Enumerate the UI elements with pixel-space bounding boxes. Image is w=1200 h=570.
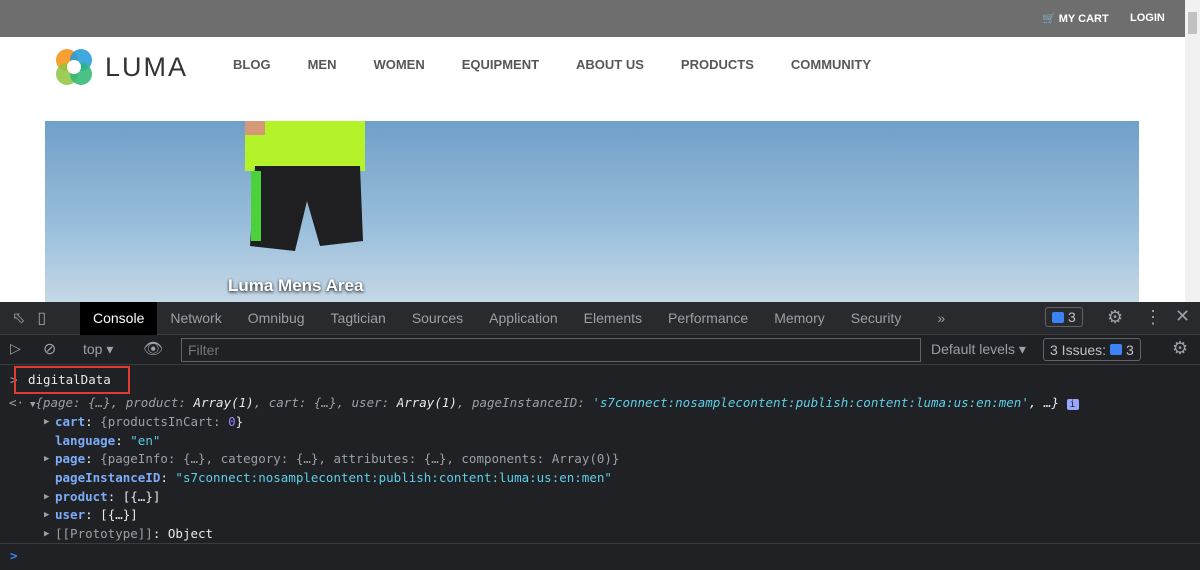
runner-image — [245, 121, 365, 251]
expand-triangle-icon[interactable]: ▶ — [44, 417, 49, 427]
logo-text: LUMA — [105, 51, 189, 82]
issues-badge-button[interactable]: 3 — [1045, 307, 1083, 327]
prototype-row[interactable]: [[Prototype]]: Object — [55, 526, 213, 541]
issues-label: 3 Issues: — [1050, 341, 1107, 358]
property-key: language — [55, 433, 116, 448]
expand-triangle-icon[interactable]: ▶ — [44, 529, 49, 539]
close-devtools-icon[interactable]: ✕ — [1175, 306, 1190, 327]
property-key: product — [55, 489, 108, 504]
tab-memory[interactable]: Memory — [761, 302, 838, 335]
console-toolbar: ▷ ⊘ top ▾ 👁 Default levels ▾ 3 Issues:3 … — [0, 335, 1200, 365]
luma-logo[interactable]: LUMA — [53, 46, 188, 88]
tab-performance[interactable]: Performance — [655, 302, 761, 335]
property-value: {pageInfo: {…}, category: {…}, attribute… — [100, 451, 620, 466]
tab-application[interactable]: Application — [476, 302, 571, 335]
tab-sources[interactable]: Sources — [399, 302, 476, 335]
tab-network[interactable]: Network — [157, 302, 234, 335]
property-value: "en" — [130, 433, 161, 448]
summary-part: 's7connect:nosamplecontent:publish:conte… — [592, 395, 1029, 410]
nav-blog[interactable]: BLOG — [233, 57, 271, 72]
hero-caption: Luma Mens Area — [228, 276, 364, 295]
tab-console[interactable]: Console — [80, 301, 158, 335]
top-bar: 🛒 MY CART LOGIN — [0, 0, 1185, 37]
log-levels-value: Default levels — [931, 341, 1016, 357]
property-value: [{…}] — [122, 489, 161, 504]
page-row[interactable]: page: {pageInfo: {…}, category: {…}, att… — [55, 451, 619, 466]
issues-badge-count: 3 — [1068, 309, 1076, 325]
summary-part: , pageInstanceID: — [456, 395, 593, 410]
property-key: cart — [55, 414, 86, 429]
hero-banner[interactable]: Luma Mens Area — [45, 121, 1139, 302]
console-input-command: digitalData — [28, 372, 111, 387]
nav-men[interactable]: MEN — [308, 57, 337, 72]
summary-part: Array(1) — [193, 395, 254, 410]
devtools-tab-bar: ⬁ ▯ Console Network Omnibug Tagtician So… — [0, 301, 1200, 335]
property-key: user — [55, 507, 86, 522]
nav-about-us[interactable]: ABOUT US — [576, 57, 644, 72]
my-cart-label: MY CART — [1058, 13, 1109, 25]
user-row[interactable]: user: [{…}] — [55, 507, 138, 522]
device-toolbar-icon[interactable]: ▯ — [37, 308, 46, 328]
log-levels-dropdown[interactable]: Default levels ▾ — [931, 341, 1026, 358]
summary-part: {page: {…}, product: — [35, 395, 194, 410]
sidebar-toggle-icon[interactable]: ▷ — [10, 340, 21, 357]
more-tabs-button[interactable]: » — [924, 302, 958, 335]
property-value: 0 — [228, 414, 236, 429]
object-summary[interactable]: ▼{page: {…}, product: Array(1), cart: {…… — [30, 395, 1079, 410]
property-value: [{…}] — [100, 507, 138, 522]
login-link[interactable]: LOGIN — [1130, 12, 1165, 24]
page-scrollbar[interactable] — [1185, 0, 1200, 302]
property-value: "s7connect:nosamplecontent:publish:conte… — [175, 470, 612, 485]
inspect-element-icon[interactable]: ⬁ — [12, 308, 25, 328]
console-filter-input[interactable] — [181, 338, 921, 362]
nav-community[interactable]: COMMUNITY — [791, 57, 871, 72]
summary-part: , …} — [1028, 395, 1059, 410]
site-header: LUMA BLOG MEN WOMEN EQUIPMENT ABOUT US P… — [0, 37, 1185, 121]
console-output: > digitalData <· ▼{page: {…}, product: A… — [0, 365, 1200, 569]
tab-security[interactable]: Security — [838, 302, 915, 335]
issues-button[interactable]: 3 Issues: 3 — [1043, 338, 1141, 361]
nav-products[interactable]: PRODUCTS — [681, 57, 754, 72]
clear-console-icon[interactable]: ⊘ — [43, 339, 56, 359]
tab-omnibug[interactable]: Omnibug — [235, 302, 318, 335]
message-icon — [1110, 344, 1123, 355]
expand-triangle-icon[interactable]: ▶ — [44, 492, 49, 502]
property-value: Object — [167, 526, 214, 541]
console-settings-icon[interactable]: ⚙ — [1172, 338, 1188, 359]
console-prompt[interactable]: > — [10, 548, 18, 563]
settings-gear-icon[interactable]: ⚙ — [1107, 307, 1123, 328]
product-row[interactable]: product: [{…}] — [55, 489, 160, 504]
main-nav: BLOG MEN WOMEN EQUIPMENT ABOUT US PRODUC… — [233, 57, 908, 72]
tab-elements[interactable]: Elements — [571, 302, 655, 335]
property-value: {productsInCart: — [100, 414, 229, 429]
info-icon[interactable]: i — [1066, 399, 1079, 410]
expand-triangle-icon[interactable]: ▶ — [44, 510, 49, 520]
more-options-icon[interactable]: ⋮ — [1144, 307, 1162, 328]
language-row: language: "en" — [55, 433, 161, 448]
cart-row[interactable]: cart: {productsInCart: 0} — [55, 414, 243, 429]
expand-triangle-icon[interactable]: ▶ — [44, 454, 49, 464]
devtools-panel: ⬁ ▯ Console Network Omnibug Tagtician So… — [0, 301, 1200, 570]
property-value: } — [235, 414, 244, 429]
live-expression-eye-icon[interactable]: 👁 — [143, 339, 163, 359]
context-value: top — [83, 341, 103, 357]
message-icon — [1052, 311, 1064, 323]
context-selector[interactable]: top ▾ — [83, 341, 113, 358]
summary-part: , cart: {…}, user: — [253, 395, 397, 410]
property-key: page — [55, 451, 86, 466]
my-cart-link[interactable]: 🛒 MY CART — [1042, 12, 1109, 25]
summary-part: Array(1) — [396, 395, 457, 410]
nav-equipment[interactable]: EQUIPMENT — [462, 57, 539, 72]
nav-women[interactable]: WOMEN — [373, 57, 424, 72]
tab-tagtician[interactable]: Tagtician — [318, 302, 399, 335]
result-arrow-icon: <· — [9, 395, 25, 410]
pageinstanceid-row: pageInstanceID: "s7connect:nosampleconte… — [55, 470, 612, 485]
issues-count: 3 — [1126, 341, 1134, 358]
luma-logo-icon — [56, 49, 92, 85]
property-key: pageInstanceID — [55, 470, 161, 485]
scrollbar-thumb[interactable] — [1188, 12, 1197, 34]
divider — [0, 543, 1200, 544]
property-key: [[Prototype]] — [55, 526, 153, 541]
